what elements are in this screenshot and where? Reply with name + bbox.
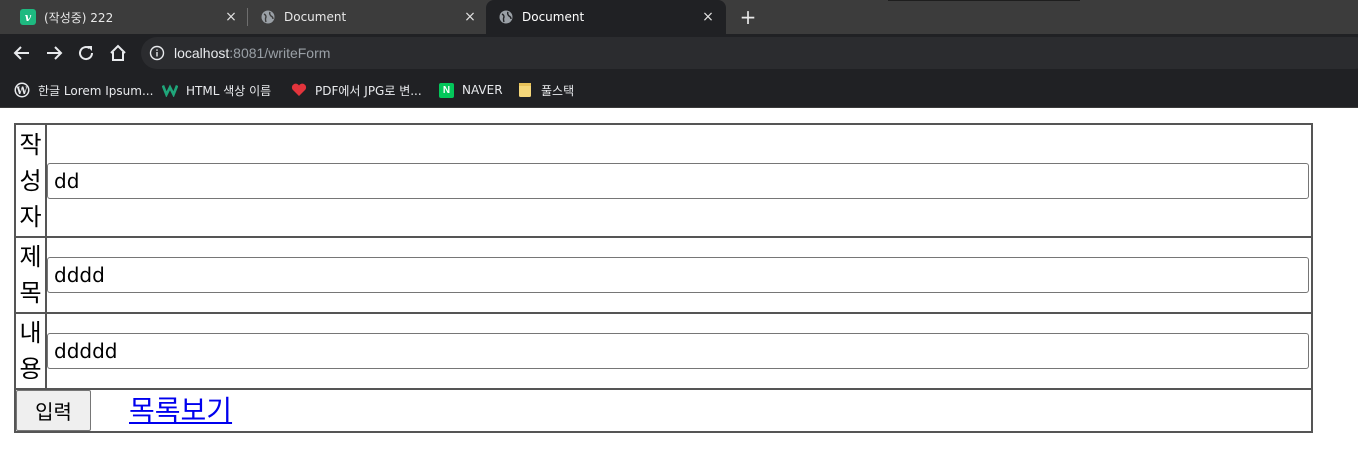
writer-label: 작성자 bbox=[15, 124, 46, 237]
arrow-left-icon bbox=[13, 46, 29, 60]
browser-toolbar: localhost:8081/writeForm bbox=[0, 34, 1358, 72]
url-path: :8081/writeForm bbox=[229, 45, 331, 61]
page-content: 작성자 제목 내용 입력 bbox=[0, 108, 1358, 457]
actions-cell: 입력 목록보기 bbox=[15, 389, 1312, 432]
tab-document-1[interactable]: Document × bbox=[248, 0, 486, 34]
bookmark-naver[interactable]: N NAVER bbox=[439, 81, 503, 99]
title-input[interactable] bbox=[47, 257, 1309, 293]
bookmark-label: 풀스택 bbox=[541, 83, 575, 98]
new-tab-button[interactable]: + bbox=[738, 7, 758, 27]
title-cell bbox=[46, 237, 1312, 313]
heart-icon bbox=[291, 82, 307, 98]
bookmarks-bar: W 한글 Lorem Ipsum... HTML 색상 이름 PDF에서 JPG… bbox=[0, 72, 1358, 108]
reload-button[interactable] bbox=[76, 43, 96, 63]
arrow-right-icon bbox=[47, 46, 63, 60]
tab-velog[interactable]: v (작성중) 222 × bbox=[0, 0, 248, 34]
writer-input[interactable] bbox=[47, 162, 1309, 199]
globe-icon bbox=[498, 9, 514, 25]
back-button[interactable] bbox=[12, 43, 32, 63]
title-label: 제목 bbox=[15, 237, 46, 313]
close-icon[interactable]: × bbox=[223, 9, 239, 25]
bookmark-lorem-ipsum[interactable]: W 한글 Lorem Ipsum... bbox=[14, 81, 153, 99]
w-logo-icon bbox=[162, 82, 178, 98]
globe-icon bbox=[260, 9, 276, 25]
content-label: 내용 bbox=[15, 313, 46, 389]
bookmark-label: 한글 Lorem Ipsum... bbox=[38, 83, 154, 98]
tab-title: Document bbox=[522, 10, 585, 24]
form-actions: 입력 목록보기 bbox=[16, 390, 1311, 431]
close-icon[interactable]: × bbox=[462, 9, 478, 25]
submit-button[interactable]: 입력 bbox=[16, 390, 91, 431]
forward-button[interactable] bbox=[44, 43, 64, 63]
folder-icon bbox=[517, 82, 533, 98]
title-row: 제목 bbox=[15, 237, 1312, 313]
address-bar[interactable]: localhost:8081/writeForm bbox=[141, 37, 1358, 69]
home-icon bbox=[110, 44, 126, 61]
content-row: 내용 bbox=[15, 313, 1312, 389]
tab-title: Document bbox=[284, 10, 347, 24]
window-drag-strip bbox=[888, 0, 1080, 1]
info-icon[interactable] bbox=[149, 45, 165, 61]
list-view-link[interactable]: 목록보기 bbox=[129, 394, 232, 428]
url-host: localhost bbox=[174, 45, 230, 61]
home-button[interactable] bbox=[108, 43, 128, 63]
actions-row: 입력 목록보기 bbox=[15, 389, 1312, 432]
bookmark-label: HTML 색상 이름 bbox=[186, 83, 272, 98]
tab-title: (작성중) 222 bbox=[44, 10, 114, 25]
reload-icon bbox=[79, 46, 94, 61]
writer-cell bbox=[46, 124, 1312, 237]
velog-v-icon: v bbox=[20, 9, 36, 25]
write-form-table: 작성자 제목 내용 입력 bbox=[14, 123, 1313, 433]
svg-text:W: W bbox=[15, 86, 28, 97]
writer-row: 작성자 bbox=[15, 124, 1312, 237]
wordpress-icon: W bbox=[14, 82, 30, 98]
tab-document-active[interactable]: Document × bbox=[486, 0, 726, 34]
bookmark-label: PDF에서 JPG로 변... bbox=[315, 83, 422, 98]
bookmark-pdf-to-jpg[interactable]: PDF에서 JPG로 변... bbox=[291, 81, 422, 99]
naver-icon: N bbox=[439, 82, 454, 98]
close-icon[interactable]: × bbox=[700, 9, 716, 25]
bookmark-fullstack[interactable]: 풀스택 bbox=[517, 81, 574, 99]
tab-strip: v (작성중) 222 × Document × Document × + bbox=[0, 0, 1358, 34]
url-text: localhost:8081/writeForm bbox=[174, 45, 330, 61]
bookmark-html-colors[interactable]: HTML 색상 이름 bbox=[162, 81, 271, 99]
bookmark-label: NAVER bbox=[462, 83, 503, 97]
content-input[interactable] bbox=[47, 333, 1309, 369]
content-cell bbox=[46, 313, 1312, 389]
